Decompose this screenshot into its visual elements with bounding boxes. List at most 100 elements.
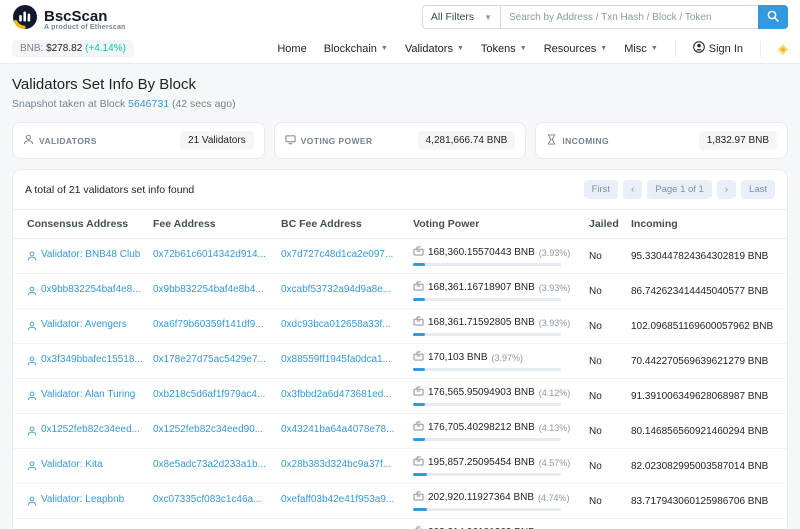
ballot-icon bbox=[413, 351, 424, 364]
user-icon bbox=[27, 426, 37, 439]
validators-card-label: VALIDATORS bbox=[39, 135, 97, 146]
bc-fee-address-link[interactable]: 0x3fbbd2a6d473681ed... bbox=[281, 389, 392, 400]
bnb-network-icon[interactable]: ◈ bbox=[778, 41, 788, 57]
nav-item-home[interactable]: Home bbox=[277, 43, 306, 55]
voting-power-percent: (3.93%) bbox=[538, 247, 571, 258]
bc-fee-address-link[interactable]: 0xdc93bca012658a33f... bbox=[281, 319, 391, 330]
fee-address-link[interactable]: 0x9bb832254baf4e8b4... bbox=[153, 284, 264, 295]
consensus-address-link[interactable]: 0x9bb832254baf4e8... bbox=[41, 284, 141, 295]
sign-in-button[interactable]: Sign In bbox=[692, 41, 743, 56]
fee-address-link[interactable]: 0xa6f79b60359f141df9... bbox=[153, 319, 264, 330]
search-button[interactable] bbox=[758, 5, 788, 29]
voting-power-percent: (4.12%) bbox=[538, 387, 571, 398]
jailed-value: No bbox=[583, 413, 625, 449]
voting-power-bar bbox=[413, 403, 561, 406]
nav-item-resources[interactable]: Resources ▼ bbox=[544, 43, 608, 55]
voting-power-percent: (4.74%) bbox=[538, 492, 570, 503]
voting-power-bar bbox=[413, 438, 561, 441]
ballot-icon bbox=[413, 281, 424, 294]
consensus-address-link[interactable]: Validator: Alan Turing bbox=[41, 389, 135, 400]
chevron-down-icon: ▼ bbox=[456, 45, 464, 52]
voting-power-card: VOTING POWER 4,281,666.74 BNB bbox=[273, 122, 527, 159]
consensus-address-link[interactable]: 0x1252feb82c34eed... bbox=[41, 424, 140, 435]
nav-item-misc[interactable]: Misc ▼ bbox=[624, 43, 658, 55]
consensus-address-link[interactable]: Validator: Leapbnb bbox=[41, 494, 124, 505]
validators-table: Consensus Address Fee Address BC Fee Add… bbox=[13, 209, 787, 529]
user-icon bbox=[27, 356, 37, 369]
validators-table-card: A total of 21 validators set info found … bbox=[12, 169, 788, 529]
search-filter-dropdown[interactable]: All Filters ▼ bbox=[421, 5, 500, 29]
fee-address-link[interactable]: 0x1252feb82c34eed90... bbox=[153, 424, 263, 435]
table-row: Validator: BNB48 Club 0x72b61c6014342d91… bbox=[13, 239, 787, 274]
voting-power-bar bbox=[413, 368, 561, 371]
bc-fee-address-link[interactable]: 0xcabf53732a94d9a8e... bbox=[281, 284, 391, 295]
col-header-voting-power: Voting Power bbox=[407, 209, 583, 239]
incoming-card-value: 1,832.97 BNB bbox=[698, 131, 778, 150]
fee-address-link[interactable]: 0x8e5adc73a2d233a1b... bbox=[153, 459, 266, 470]
col-header-consensus-address: Consensus Address bbox=[13, 209, 147, 239]
page-title: Validators Set Info By Block bbox=[12, 76, 196, 93]
pagination-last-button[interactable]: Last bbox=[741, 180, 775, 199]
nav-item-blockchain[interactable]: Blockchain ▼ bbox=[324, 43, 388, 55]
ballot-icon bbox=[413, 491, 424, 504]
brand-name: BscScan bbox=[44, 7, 108, 25]
voting-power-percent: (3.93%) bbox=[538, 282, 571, 293]
hourglass-icon bbox=[546, 134, 557, 147]
table-row: 0x9bb832254baf4e8... 0x9bb832254baf4e8b4… bbox=[13, 273, 787, 309]
ballot-icon bbox=[413, 246, 424, 259]
pagination-first-button[interactable]: First bbox=[583, 180, 619, 199]
voting-power-value: 168,361.16718907 BNB bbox=[428, 282, 535, 293]
table-row: Validator: Avengers 0xa6f79b60359f141df9… bbox=[13, 308, 787, 344]
voting-power-bar bbox=[413, 263, 561, 266]
user-icon bbox=[27, 391, 37, 404]
fee-address-link[interactable]: 0x178e27d75ac5429e7... bbox=[153, 354, 266, 365]
bc-fee-address-link[interactable]: 0xefaff03b42e41f953a9... bbox=[281, 494, 394, 505]
chevron-down-icon: ▼ bbox=[484, 12, 492, 22]
pagination-next-button[interactable]: › bbox=[716, 180, 737, 199]
consensus-address-link[interactable]: 0x3f349bbafec15518... bbox=[41, 354, 143, 365]
validators-card-value: 21 Validators bbox=[180, 131, 254, 150]
user-icon bbox=[27, 461, 37, 474]
bc-fee-address-link[interactable]: 0x28b383d324bc9a37f... bbox=[281, 459, 391, 470]
voting-power-bar bbox=[413, 473, 561, 476]
incoming-card-label: INCOMING bbox=[562, 135, 609, 146]
fee-address-link[interactable]: 0xc07335cf083c1c46a... bbox=[153, 494, 261, 505]
ballot-icon bbox=[413, 316, 424, 329]
consensus-address-link[interactable]: Validator: Kita bbox=[41, 459, 103, 470]
jailed-value: No bbox=[583, 273, 625, 309]
bc-fee-address-link[interactable]: 0x43241ba64a4078e78... bbox=[281, 424, 394, 435]
nav-item-tokens[interactable]: Tokens ▼ bbox=[481, 43, 527, 55]
nav-divider bbox=[674, 40, 676, 57]
pagination-prev-button[interactable]: ‹ bbox=[623, 180, 643, 199]
incoming-card: INCOMING 1,832.97 BNB bbox=[535, 122, 789, 159]
incoming-value: 82.023082995003587014 BNB bbox=[625, 448, 787, 484]
chevron-down-icon: ▼ bbox=[650, 45, 658, 52]
block-number-link[interactable]: 5646731 bbox=[128, 98, 169, 110]
voting-power-percent: (4.57%) bbox=[538, 457, 571, 468]
bnb-price-label: BNB: bbox=[20, 43, 44, 54]
ballot-icon bbox=[413, 421, 424, 434]
voting-power-percent: (4.13%) bbox=[538, 422, 571, 433]
search-bar: All Filters ▼ bbox=[421, 5, 788, 29]
nav-item-validators[interactable]: Validators ▼ bbox=[405, 43, 464, 55]
voting-power-value: 170,103 BNB bbox=[428, 352, 488, 363]
search-input[interactable] bbox=[500, 5, 758, 29]
table-row: 0x3f349bbafec15518... 0x178e27d75ac5429e… bbox=[13, 343, 787, 379]
bc-fee-address-link[interactable]: 0x88559ff1945fa0dca1... bbox=[281, 354, 391, 365]
bscscan-logo[interactable]: BscScan A product of Etherscan bbox=[12, 4, 126, 35]
fee-address-link[interactable]: 0x72b61c6014342d914... bbox=[153, 249, 266, 260]
table-row: Validator: Alan Turing 0xb218c5d6af1f979… bbox=[13, 378, 787, 414]
chevron-down-icon: ▼ bbox=[380, 45, 388, 52]
user-icon bbox=[23, 134, 34, 147]
fee-address-link[interactable]: 0xb218c5d6af1f979ac4... bbox=[153, 389, 265, 400]
search-filter-label: All Filters bbox=[430, 11, 475, 23]
bscscan-logo-icon bbox=[12, 4, 38, 35]
consensus-address-link[interactable]: Validator: BNB48 Club bbox=[41, 249, 140, 260]
consensus-address-link[interactable]: Validator: Avengers bbox=[41, 319, 127, 330]
bscscan-validators-page: BscScan A product of Etherscan All Filte… bbox=[0, 0, 800, 529]
bnb-price-value: $278.82 bbox=[46, 43, 83, 54]
bnb-price-badge[interactable]: BNB: $278.82 (+4.14%) bbox=[12, 40, 134, 57]
jailed-value: No bbox=[583, 378, 625, 414]
bc-fee-address-link[interactable]: 0x7d727c48d1ca2e097... bbox=[281, 249, 393, 260]
snapshot-subtitle: Snapshot taken at Block 5646731 (42 secs… bbox=[12, 98, 236, 110]
